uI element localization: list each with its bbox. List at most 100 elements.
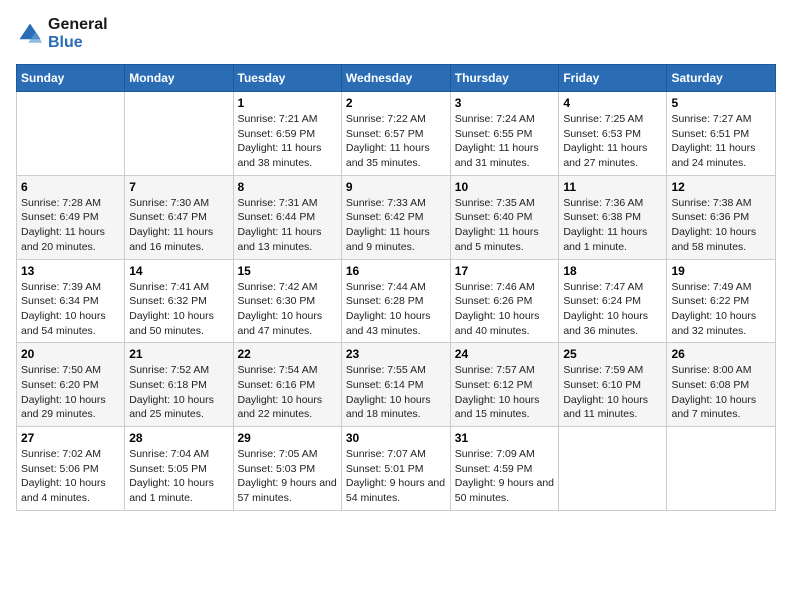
weekday-header: Sunday: [17, 65, 125, 92]
calendar-week-row: 13 Sunrise: 7:39 AMSunset: 6:34 PMDayligh…: [17, 259, 776, 343]
day-detail: Sunrise: 7:42 AMSunset: 6:30 PMDaylight:…: [238, 280, 337, 339]
day-detail: Sunrise: 7:44 AMSunset: 6:28 PMDaylight:…: [346, 280, 446, 339]
calendar-cell: 30 Sunrise: 7:07 AMSunset: 5:01 PMDayligh…: [341, 427, 450, 511]
day-detail: Sunrise: 8:00 AMSunset: 6:08 PMDaylight:…: [671, 363, 771, 422]
day-number: 10: [455, 180, 555, 194]
day-number: 19: [671, 264, 771, 278]
calendar-cell: 8Sunrise: 7:31 AMSunset: 6:44 PMDaylight…: [233, 175, 341, 259]
day-detail: Sunrise: 7:31 AMSunset: 6:44 PMDaylight:…: [238, 196, 337, 255]
calendar-cell: 18 Sunrise: 7:47 AMSunset: 6:24 PMDayligh…: [559, 259, 667, 343]
day-number: 30: [346, 431, 446, 445]
calendar-cell: 11Sunrise: 7:36 AMSunset: 6:38 PMDayligh…: [559, 175, 667, 259]
day-number: 1: [238, 96, 337, 110]
calendar-cell: 17 Sunrise: 7:46 AMSunset: 6:26 PMDayligh…: [450, 259, 559, 343]
day-number: 31: [455, 431, 555, 445]
calendar-cell: [17, 92, 125, 176]
day-number: 18: [563, 264, 662, 278]
weekday-header: Friday: [559, 65, 667, 92]
day-number: 7: [129, 180, 228, 194]
calendar-cell: [125, 92, 233, 176]
calendar-cell: 5 Sunrise: 7:27 AMSunset: 6:51 PMDaylight…: [667, 92, 776, 176]
day-number: 24: [455, 347, 555, 361]
day-number: 5: [671, 96, 771, 110]
calendar-cell: 20 Sunrise: 7:50 AMSunset: 6:20 PMDayligh…: [17, 343, 125, 427]
day-number: 9: [346, 180, 446, 194]
calendar-week-row: 6 Sunrise: 7:28 AMSunset: 6:49 PMDaylight…: [17, 175, 776, 259]
day-detail: Sunrise: 7:30 AMSunset: 6:47 PMDaylight:…: [129, 196, 228, 255]
page-header: General Blue: [16, 16, 776, 52]
day-number: 28: [129, 431, 228, 445]
day-detail: Sunrise: 7:54 AMSunset: 6:16 PMDaylight:…: [238, 363, 337, 422]
calendar-cell: 25 Sunrise: 7:59 AMSunset: 6:10 PMDayligh…: [559, 343, 667, 427]
day-detail: Sunrise: 7:36 AMSunset: 6:38 PMDaylight:…: [563, 196, 662, 255]
day-number: 6: [21, 180, 120, 194]
calendar-table: SundayMondayTuesdayWednesdayThursdayFrid…: [16, 64, 776, 511]
calendar-cell: 31 Sunrise: 7:09 AMSunset: 4:59 PMDayligh…: [450, 427, 559, 511]
logo: General Blue: [16, 16, 108, 52]
day-detail: Sunrise: 7:28 AMSunset: 6:49 PMDaylight:…: [21, 196, 120, 255]
day-detail: Sunrise: 7:39 AMSunset: 6:34 PMDaylight:…: [21, 280, 120, 339]
weekday-header: Wednesday: [341, 65, 450, 92]
day-detail: Sunrise: 7:46 AMSunset: 6:26 PMDaylight:…: [455, 280, 555, 339]
calendar-cell: 7 Sunrise: 7:30 AMSunset: 6:47 PMDaylight…: [125, 175, 233, 259]
day-detail: Sunrise: 7:59 AMSunset: 6:10 PMDaylight:…: [563, 363, 662, 422]
day-detail: Sunrise: 7:05 AMSunset: 5:03 PMDaylight:…: [238, 447, 337, 506]
day-detail: Sunrise: 7:21 AMSunset: 6:59 PMDaylight:…: [238, 112, 337, 171]
calendar-week-row: 20 Sunrise: 7:50 AMSunset: 6:20 PMDayligh…: [17, 343, 776, 427]
calendar-cell: [667, 427, 776, 511]
day-number: 23: [346, 347, 446, 361]
day-number: 22: [238, 347, 337, 361]
day-detail: Sunrise: 7:24 AMSunset: 6:55 PMDaylight:…: [455, 112, 555, 171]
day-number: 20: [21, 347, 120, 361]
weekday-header: Monday: [125, 65, 233, 92]
day-number: 16: [346, 264, 446, 278]
day-detail: Sunrise: 7:35 AMSunset: 6:40 PMDaylight:…: [455, 196, 555, 255]
day-number: 17: [455, 264, 555, 278]
calendar-cell: 28 Sunrise: 7:04 AMSunset: 5:05 PMDayligh…: [125, 427, 233, 511]
day-number: 4: [563, 96, 662, 110]
calendar-body: 1 Sunrise: 7:21 AMSunset: 6:59 PMDaylight…: [17, 92, 776, 511]
logo-text: General Blue: [48, 16, 108, 52]
calendar-cell: 15Sunrise: 7:42 AMSunset: 6:30 PMDayligh…: [233, 259, 341, 343]
day-number: 3: [455, 96, 555, 110]
day-number: 12: [671, 180, 771, 194]
calendar-cell: 13 Sunrise: 7:39 AMSunset: 6:34 PMDayligh…: [17, 259, 125, 343]
calendar-cell: 9 Sunrise: 7:33 AMSunset: 6:42 PMDaylight…: [341, 175, 450, 259]
calendar-cell: 26Sunrise: 8:00 AMSunset: 6:08 PMDayligh…: [667, 343, 776, 427]
day-number: 25: [563, 347, 662, 361]
day-detail: Sunrise: 7:09 AMSunset: 4:59 PMDaylight:…: [455, 447, 555, 506]
day-detail: Sunrise: 7:04 AMSunset: 5:05 PMDaylight:…: [129, 447, 228, 506]
calendar-cell: 24 Sunrise: 7:57 AMSunset: 6:12 PMDayligh…: [450, 343, 559, 427]
calendar-cell: 16 Sunrise: 7:44 AMSunset: 6:28 PMDayligh…: [341, 259, 450, 343]
day-number: 14: [129, 264, 228, 278]
day-detail: Sunrise: 7:57 AMSunset: 6:12 PMDaylight:…: [455, 363, 555, 422]
day-detail: Sunrise: 7:02 AMSunset: 5:06 PMDaylight:…: [21, 447, 120, 506]
day-detail: Sunrise: 7:49 AMSunset: 6:22 PMDaylight:…: [671, 280, 771, 339]
calendar-cell: 14Sunrise: 7:41 AMSunset: 6:32 PMDayligh…: [125, 259, 233, 343]
calendar-cell: 12 Sunrise: 7:38 AMSunset: 6:36 PMDayligh…: [667, 175, 776, 259]
day-detail: Sunrise: 7:55 AMSunset: 6:14 PMDaylight:…: [346, 363, 446, 422]
weekday-header: Tuesday: [233, 65, 341, 92]
day-detail: Sunrise: 7:07 AMSunset: 5:01 PMDaylight:…: [346, 447, 446, 506]
calendar-cell: 10 Sunrise: 7:35 AMSunset: 6:40 PMDayligh…: [450, 175, 559, 259]
calendar-week-row: 1 Sunrise: 7:21 AMSunset: 6:59 PMDaylight…: [17, 92, 776, 176]
day-detail: Sunrise: 7:50 AMSunset: 6:20 PMDaylight:…: [21, 363, 120, 422]
calendar-cell: 29Sunrise: 7:05 AMSunset: 5:03 PMDayligh…: [233, 427, 341, 511]
day-number: 13: [21, 264, 120, 278]
day-detail: Sunrise: 7:27 AMSunset: 6:51 PMDaylight:…: [671, 112, 771, 171]
day-detail: Sunrise: 7:22 AMSunset: 6:57 PMDaylight:…: [346, 112, 446, 171]
day-number: 2: [346, 96, 446, 110]
calendar-cell: 4Sunrise: 7:25 AMSunset: 6:53 PMDaylight…: [559, 92, 667, 176]
day-number: 27: [21, 431, 120, 445]
calendar-cell: 23 Sunrise: 7:55 AMSunset: 6:14 PMDayligh…: [341, 343, 450, 427]
calendar-cell: 6 Sunrise: 7:28 AMSunset: 6:49 PMDaylight…: [17, 175, 125, 259]
day-detail: Sunrise: 7:38 AMSunset: 6:36 PMDaylight:…: [671, 196, 771, 255]
logo-icon: [16, 20, 44, 48]
weekday-header: Thursday: [450, 65, 559, 92]
day-detail: Sunrise: 7:33 AMSunset: 6:42 PMDaylight:…: [346, 196, 446, 255]
day-detail: Sunrise: 7:52 AMSunset: 6:18 PMDaylight:…: [129, 363, 228, 422]
calendar-cell: 22 Sunrise: 7:54 AMSunset: 6:16 PMDayligh…: [233, 343, 341, 427]
calendar-cell: 2 Sunrise: 7:22 AMSunset: 6:57 PMDaylight…: [341, 92, 450, 176]
day-number: 21: [129, 347, 228, 361]
day-detail: Sunrise: 7:47 AMSunset: 6:24 PMDaylight:…: [563, 280, 662, 339]
